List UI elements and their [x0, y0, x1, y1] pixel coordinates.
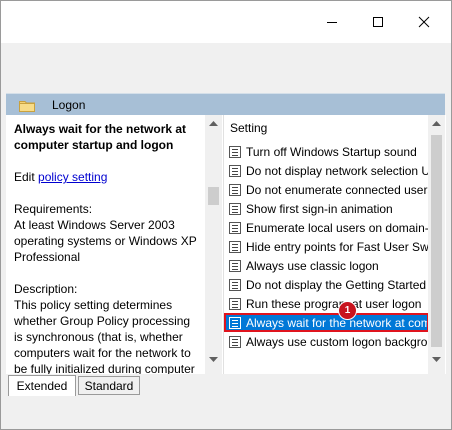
- scroll-up-icon[interactable]: [205, 115, 222, 132]
- description-label: Description:: [14, 282, 78, 296]
- edit-prefix: Edit: [14, 170, 35, 184]
- policy-row-label: Always use classic logon: [246, 258, 379, 273]
- selected-policy-row[interactable]: Always wait for the network at com: [224, 313, 429, 332]
- close-icon: [418, 16, 430, 28]
- description-text: This policy setting determines whether G…: [14, 298, 195, 374]
- policy-row-label: Always wait for the network at com: [246, 315, 429, 330]
- tab-standard[interactable]: Standard: [78, 376, 140, 395]
- view-tabs: Extended Standard: [6, 374, 446, 396]
- policy-setting-icon: [229, 259, 241, 272]
- policy-setting-icon: [229, 183, 241, 196]
- policy-row-label: Do not display network selection U: [246, 163, 429, 178]
- edit-policy-link[interactable]: policy setting: [38, 170, 107, 184]
- policy-setting-icon: [229, 335, 241, 348]
- description-pane: Always wait for the network at computer …: [6, 115, 224, 374]
- policy-row[interactable]: Hide entry points for Fast User Swit: [224, 237, 429, 256]
- list-scroll-up-icon[interactable]: [428, 115, 445, 132]
- minimize-icon: [327, 22, 337, 23]
- policy-row-label: Run these program at user logon: [246, 296, 422, 311]
- title-bar: [1, 1, 451, 43]
- requirements-label: Requirements:: [14, 202, 93, 216]
- toolbar-area: [6, 43, 446, 93]
- settings-list: Turn off Windows Startup sound Do not dis…: [224, 142, 429, 351]
- tab-extended[interactable]: Extended: [8, 375, 76, 396]
- policy-title: Always wait for the network at computer …: [14, 122, 187, 152]
- policy-row[interactable]: Always use classic logon: [224, 256, 429, 275]
- category-title: Logon: [52, 98, 86, 112]
- policy-setting-icon: [229, 221, 241, 234]
- list-scrollbar[interactable]: [428, 115, 445, 374]
- policy-row[interactable]: Enumerate local users on domain-j: [224, 218, 429, 237]
- policy-row[interactable]: Do not display the Getting Started v: [224, 275, 429, 294]
- policy-setting-icon: [229, 297, 241, 310]
- policy-row[interactable]: Run these program at user logon: [224, 294, 429, 313]
- policy-setting-icon: [229, 316, 241, 329]
- policy-setting-icon: [229, 202, 241, 215]
- status-area: [1, 396, 451, 429]
- policy-window: Logon Always wait for the network at com…: [0, 0, 452, 430]
- folder-icon: [19, 99, 35, 112]
- policy-setting-icon: [229, 278, 241, 291]
- minimize-button[interactable]: [309, 1, 355, 43]
- maximize-button[interactable]: [355, 1, 401, 43]
- policy-row[interactable]: Show first sign-in animation: [224, 199, 429, 218]
- policy-setting-icon: [229, 240, 241, 253]
- scroll-thumb[interactable]: [208, 187, 219, 205]
- policy-row-label: Do not display the Getting Started v: [246, 277, 429, 292]
- scroll-down-icon[interactable]: [205, 351, 222, 368]
- policy-row-label: Show first sign-in animation: [246, 201, 393, 216]
- policy-row-label: Hide entry points for Fast User Swit: [246, 239, 429, 254]
- column-header-setting[interactable]: Setting: [230, 121, 267, 135]
- list-scroll-thumb[interactable]: [431, 135, 442, 347]
- maximize-icon: [373, 17, 383, 27]
- step-marker: 1: [338, 301, 357, 320]
- settings-list-pane: Setting Turn off Windows Startup sound Do…: [223, 115, 446, 374]
- policy-row-label: Always use custom logon backgrou: [246, 334, 429, 349]
- policy-setting-icon: [229, 145, 241, 158]
- policy-row-label: Enumerate local users on domain-j: [246, 220, 429, 235]
- edit-line: Edit policy setting: [14, 169, 202, 185]
- policy-row[interactable]: Do not display network selection U: [224, 161, 429, 180]
- policy-row-label: Turn off Windows Startup sound: [246, 144, 417, 159]
- close-button[interactable]: [401, 1, 447, 43]
- policy-row[interactable]: Do not enumerate connected users: [224, 180, 429, 199]
- requirements-text: At least Windows Server 2003 operating s…: [14, 218, 197, 264]
- list-scroll-down-icon[interactable]: [428, 351, 445, 368]
- policy-row[interactable]: Turn off Windows Startup sound: [224, 142, 429, 161]
- policy-row[interactable]: Always use custom logon backgrou: [224, 332, 429, 351]
- policy-row-label: Do not enumerate connected users: [246, 182, 429, 197]
- policy-setting-icon: [229, 164, 241, 177]
- description-scrollbar[interactable]: [205, 115, 222, 374]
- category-header: Logon: [6, 93, 445, 116]
